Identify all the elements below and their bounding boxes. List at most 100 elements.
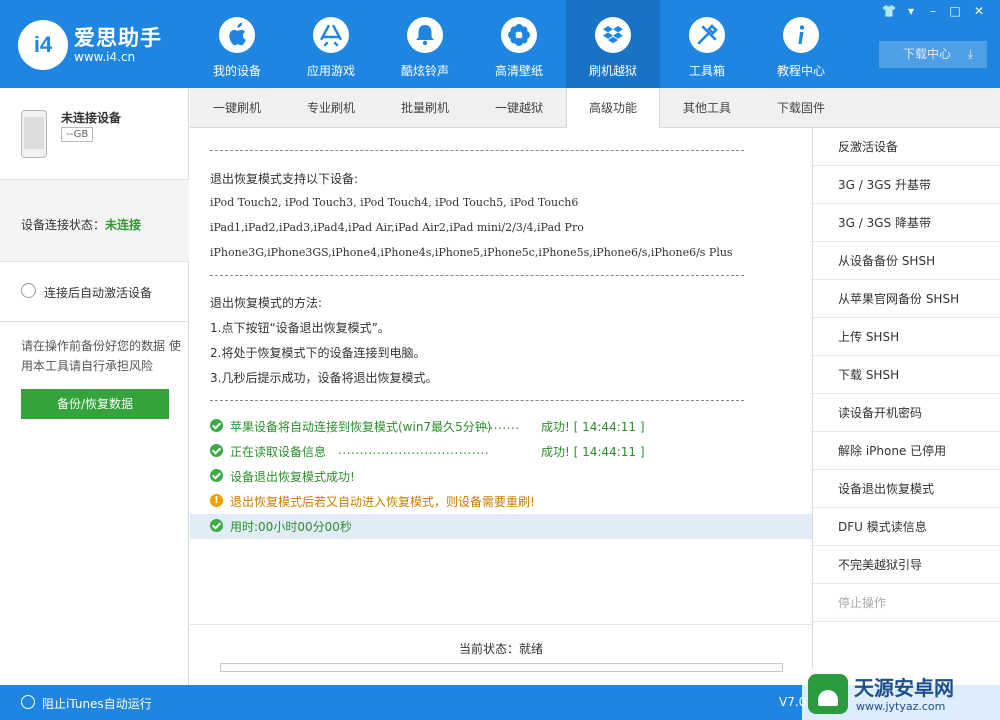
- tab-pro-flash[interactable]: 专业刷机: [284, 88, 378, 128]
- auto-activate-label: 连接后自动激活设备: [44, 286, 153, 300]
- nav-label: 刷机越狱: [588, 64, 637, 78]
- success-check-icon: [210, 419, 223, 432]
- menu-item[interactable]: 从苹果官网备份 SHSH: [813, 280, 1000, 318]
- bell-icon: [407, 17, 443, 53]
- watermark-name: 天源安卓网: [854, 676, 954, 700]
- supported-ipad: iPad1,iPad2,iPad3,iPad4,iPad Air,iPad Ai…: [210, 221, 584, 234]
- menu-item[interactable]: 3G / 3GS 降基带: [813, 204, 1000, 242]
- tab-one-click-jailbreak[interactable]: 一键越狱: [472, 88, 566, 128]
- connection-status: 设备连接状态：未连接: [0, 180, 189, 262]
- operation-log: 退出恢复模式支持以下设备: iPod Touch2, iPod Touch3, …: [190, 128, 812, 624]
- device-name: 未连接设备: [61, 111, 122, 125]
- nav-my-device[interactable]: 我的设备: [190, 0, 284, 88]
- success-check-icon: [210, 469, 223, 482]
- apple-icon: [219, 17, 255, 53]
- menu-item[interactable]: 反激活设备: [813, 128, 1000, 166]
- menu-item[interactable]: 解除 iPhone 已停用: [813, 432, 1000, 470]
- nav-toolbox[interactable]: 工具箱: [660, 0, 754, 88]
- app-logo: i4 爱思助手 www.i4.cn: [18, 18, 178, 74]
- download-center-button[interactable]: 下载中心 ⤓: [879, 41, 987, 68]
- advanced-functions-menu: 反激活设备 3G / 3GS 升基带 3G / 3GS 降基带 从设备备份 SHSH 从…: [812, 128, 1000, 685]
- menu-item[interactable]: 设备退出恢复模式: [813, 470, 1000, 508]
- method-step-3: 3.几秒后提示成功，设备将退出恢复模式。: [210, 371, 438, 385]
- menu-item[interactable]: 上传 SHSH: [813, 318, 1000, 356]
- menu-item[interactable]: 从设备备份 SHSH: [813, 242, 1000, 280]
- status-row: 用时:00小时00分00秒: [190, 514, 812, 539]
- skin-icon[interactable]: 👕: [880, 3, 898, 19]
- nav-label: 工具箱: [688, 64, 725, 78]
- download-icon: ⤓: [967, 47, 973, 61]
- nav-label: 酷炫铃声: [400, 64, 449, 78]
- nav-tutorials[interactable]: 教程中心: [754, 0, 848, 88]
- method-title: 退出恢复模式的方法:: [210, 296, 323, 310]
- nav-ringtones[interactable]: 酷炫铃声: [378, 0, 472, 88]
- current-status-label: 当前状态：就绪: [458, 642, 543, 656]
- connection-value: 未连接: [105, 218, 142, 232]
- auto-activate-radio[interactable]: [21, 283, 36, 298]
- watermark-url: www.jytyaz.com: [856, 700, 946, 713]
- menu-item[interactable]: 读设备开机密码: [813, 394, 1000, 432]
- block-itunes-radio[interactable]: [21, 695, 35, 709]
- progress-bar: [220, 663, 783, 672]
- menu-item[interactable]: 3G / 3GS 升基带: [813, 166, 1000, 204]
- top-header: i4 爱思助手 www.i4.cn 我的设备 应用游戏 酷炫铃声 高清壁纸 刷机…: [0, 0, 1000, 88]
- warning-icon: !: [210, 494, 223, 507]
- phone-icon: [21, 110, 47, 158]
- nav-label: 应用游戏: [306, 64, 355, 78]
- tab-one-click-flash[interactable]: 一键刷机: [190, 88, 284, 128]
- nav-wallpapers[interactable]: 高清壁纸: [472, 0, 566, 88]
- sub-tabs: 一键刷机 专业刷机 批量刷机 一键越狱 高级功能 其他工具 下载固件: [190, 88, 1000, 129]
- device-sidebar: 未连接设备 --GB 设备连接状态：未连接 连接后自动激活设备 请在操作前备份好…: [0, 88, 189, 685]
- dropbox-icon: [595, 17, 631, 53]
- status-row: 正在读取设备信息 ...............................…: [190, 439, 812, 464]
- nav-label: 我的设备: [212, 64, 261, 78]
- menu-item: 停止操作: [813, 584, 1000, 622]
- tab-other-tools[interactable]: 其他工具: [660, 88, 754, 128]
- menu-item[interactable]: 不完美越狱引导: [813, 546, 1000, 584]
- backup-restore-button[interactable]: 备份/恢复数据: [21, 389, 169, 419]
- flower-icon: [501, 17, 537, 53]
- android-logo-icon: [808, 674, 848, 714]
- close-icon[interactable]: ✕: [970, 3, 988, 19]
- tab-batch-flash[interactable]: 批量刷机: [378, 88, 472, 128]
- divider: [210, 400, 744, 401]
- tools-icon: [689, 17, 725, 53]
- device-card: 未连接设备 --GB: [0, 88, 189, 180]
- maximize-icon[interactable]: □: [946, 3, 964, 19]
- supported-ipod: iPod Touch2, iPod Touch3, iPod Touch4, i…: [210, 196, 579, 209]
- menu-item[interactable]: 下载 SHSH: [813, 356, 1000, 394]
- connection-label: 设备连接状态：: [21, 218, 106, 232]
- method-step-2: 2.将处于恢复模式下的设备连接到电脑。: [210, 346, 426, 360]
- download-center-label: 下载中心: [903, 47, 952, 61]
- block-itunes-label[interactable]: 阻止iTunes自动运行: [42, 695, 152, 712]
- app-store-icon: [313, 17, 349, 53]
- nav-label: 高清壁纸: [494, 64, 543, 78]
- site-watermark: 天源安卓网 www.jytyaz.com: [802, 668, 1000, 720]
- logo-badge: i4: [18, 20, 68, 70]
- status-row: 设备退出恢复模式成功!: [190, 464, 812, 489]
- current-status-panel: 当前状态：就绪: [190, 624, 812, 685]
- brand-url: www.i4.cn: [74, 50, 136, 64]
- supported-title: 退出恢复模式支持以下设备:: [210, 172, 359, 186]
- menu-item[interactable]: DFU 模式读信息: [813, 508, 1000, 546]
- status-row: ! 退出恢复模式后若又自动进入恢复模式，则设备需要重刷!: [190, 489, 812, 514]
- device-capacity: --GB: [61, 127, 94, 142]
- tab-advanced[interactable]: 高级功能: [566, 88, 660, 129]
- auto-activate-option[interactable]: 连接后自动激活设备: [0, 262, 189, 322]
- divider: [210, 275, 744, 276]
- info-icon: [783, 17, 819, 53]
- brand-name: 爱思助手: [74, 26, 162, 50]
- supported-iphone: iPhone3G,iPhone3GS,iPhone4,iPhone4s,iPho…: [210, 246, 733, 259]
- nav-apps-games[interactable]: 应用游戏: [284, 0, 378, 88]
- nav-label: 教程中心: [776, 64, 825, 78]
- minimize-icon[interactable]: –: [924, 3, 942, 19]
- divider: [210, 150, 744, 151]
- menu-dropdown-icon[interactable]: ▾: [902, 3, 920, 19]
- backup-warning: 请在操作前备份好您的数据 使用本工具请自行承担风险: [21, 339, 181, 373]
- success-check-icon: [210, 444, 223, 457]
- status-row: 苹果设备将自动连接到恢复模式(win7最久5分钟) ........ 成功! […: [190, 414, 812, 439]
- success-check-icon: [210, 519, 223, 532]
- method-step-1: 1.点下按钮“设备退出恢复模式”。: [210, 321, 390, 335]
- nav-flash-jailbreak[interactable]: 刷机越狱: [566, 0, 660, 88]
- tab-download-firmware[interactable]: 下载固件: [754, 88, 848, 128]
